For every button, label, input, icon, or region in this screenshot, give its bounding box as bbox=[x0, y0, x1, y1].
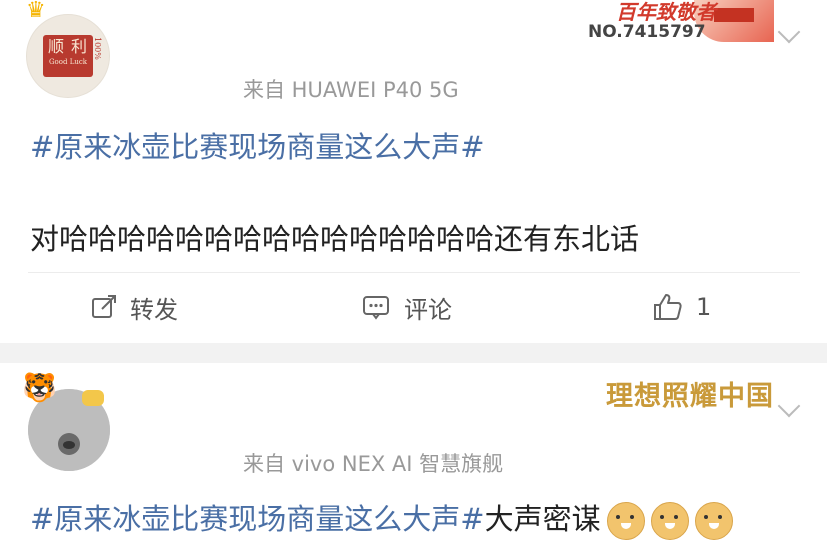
post-text: 对哈哈哈哈哈哈哈哈哈哈哈哈哈哈哈还有东北话 bbox=[30, 222, 640, 256]
doge-emoji bbox=[606, 502, 645, 540]
doge-emoji bbox=[694, 502, 733, 540]
repost-label: 转发 bbox=[130, 295, 178, 324]
repost-button[interactable]: 转发 bbox=[90, 290, 178, 324]
comment-label: 评论 bbox=[404, 295, 452, 324]
post-text: 大声密谋 bbox=[484, 502, 601, 536]
like-button[interactable]: 1 bbox=[652, 290, 711, 324]
post-source: 来自 HUAWEI P40 5G bbox=[243, 78, 459, 102]
topic-link[interactable]: #原来冰壶比赛现场商量这么大声# bbox=[30, 502, 485, 536]
fan-badge[interactable]: 百年致敬者 NO.7415797 bbox=[586, 0, 774, 46]
post-separator bbox=[0, 343, 827, 363]
avatar-logo-sub: Good Luck bbox=[48, 58, 88, 66]
doge-emoji bbox=[650, 502, 689, 540]
comment-icon bbox=[363, 296, 389, 320]
tiger-icon: 🐯 bbox=[22, 371, 57, 404]
post-source: 来自 vivo NEX AI 智慧旗舰 bbox=[243, 452, 504, 476]
like-icon bbox=[654, 294, 682, 320]
avatar-cat bbox=[63, 441, 75, 449]
crown-icon: ♛ bbox=[26, 0, 46, 23]
divider bbox=[28, 272, 800, 273]
post-text-line: #原来冰壶比赛现场商量这么大声#大声密谋 bbox=[30, 496, 733, 540]
repost-icon bbox=[92, 295, 116, 318]
avatar-logo-side: 100% bbox=[93, 37, 102, 60]
avatar-logo: 顺 利 Good Luck bbox=[43, 35, 93, 77]
topic-link[interactable]: #原来冰壶比赛现场商量这么大声# bbox=[30, 124, 485, 166]
avatar-decoration bbox=[82, 390, 104, 406]
post-1: ♛ 顺 利 Good Luck 100% 百年致敬者 NO.7415797 来自… bbox=[0, 0, 827, 343]
badge-building-icon bbox=[714, 8, 754, 22]
like-count: 1 bbox=[696, 293, 712, 321]
avatar-logo-main: 顺 利 bbox=[47, 37, 89, 56]
avatar[interactable]: 顺 利 Good Luck 100% bbox=[26, 14, 110, 98]
chevron-down-icon[interactable] bbox=[777, 20, 801, 44]
badge-number: NO.7415797 bbox=[588, 22, 706, 42]
fan-badge[interactable]: 理想照耀中国 bbox=[606, 374, 774, 413]
comment-button[interactable]: 评论 bbox=[362, 290, 452, 324]
